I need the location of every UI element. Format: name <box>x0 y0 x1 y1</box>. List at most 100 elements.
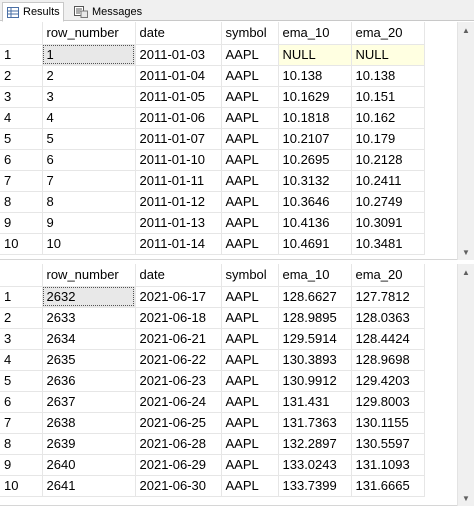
table-row[interactable]: 3 3 2011-01-05 AAPL 10.1629 10.151 <box>0 86 425 108</box>
cell-date[interactable]: 2011-01-04 <box>135 65 222 87</box>
row-number-header[interactable]: 3 <box>0 328 43 350</box>
cell-ema-20[interactable]: 128.4424 <box>351 328 425 350</box>
row-number-header[interactable]: 5 <box>0 128 43 150</box>
cell-date[interactable]: 2011-01-13 <box>135 212 222 234</box>
tab-messages[interactable]: Messages <box>70 2 144 21</box>
cell-ema-10[interactable]: 128.9895 <box>278 307 352 329</box>
scroll-up-arrow-icon[interactable]: ▲ <box>458 22 474 38</box>
row-number-header[interactable]: 2 <box>0 307 43 329</box>
cell-date[interactable]: 2011-01-10 <box>135 149 222 171</box>
cell-symbol[interactable]: AAPL <box>221 391 279 413</box>
cell-ema-10[interactable]: 130.3893 <box>278 349 352 371</box>
cell-row-number[interactable]: 4 <box>42 107 136 129</box>
cell-row-number[interactable]: 2633 <box>42 307 136 329</box>
cell-ema-20[interactable]: 10.2411 <box>351 170 425 192</box>
cell-symbol[interactable]: AAPL <box>221 44 279 66</box>
cell-ema-20[interactable]: 130.1155 <box>351 412 425 434</box>
cell-ema-20[interactable]: NULL <box>351 44 425 66</box>
cell-symbol[interactable]: AAPL <box>221 328 279 350</box>
table-row[interactable]: 5 2636 2021-06-23 AAPL 130.9912 129.4203 <box>0 370 425 392</box>
cell-date[interactable]: 2021-06-22 <box>135 349 222 371</box>
cell-symbol[interactable]: AAPL <box>221 86 279 108</box>
results-table-2[interactable]: row_number date symbol ema_10 ema_20 1 26… <box>0 264 425 497</box>
cell-ema-20[interactable]: 10.162 <box>351 107 425 129</box>
cell-ema-10[interactable]: 10.1629 <box>278 86 352 108</box>
scroll-down-arrow-icon[interactable]: ▼ <box>458 490 474 506</box>
row-number-header[interactable]: 6 <box>0 391 43 413</box>
cell-row-number[interactable]: 7 <box>42 170 136 192</box>
cell-row-number[interactable]: 2635 <box>42 349 136 371</box>
cell-ema-10[interactable]: 10.4691 <box>278 233 352 255</box>
row-number-header[interactable]: 1 <box>0 286 43 308</box>
cell-ema-20[interactable]: 10.151 <box>351 86 425 108</box>
cell-symbol[interactable]: AAPL <box>221 233 279 255</box>
table-row[interactable]: 4 2635 2021-06-22 AAPL 130.3893 128.9698 <box>0 349 425 371</box>
cell-date[interactable]: 2021-06-30 <box>135 475 222 497</box>
row-header-corner[interactable] <box>0 264 43 287</box>
row-number-header[interactable]: 3 <box>0 86 43 108</box>
row-number-header[interactable]: 7 <box>0 170 43 192</box>
row-header-corner[interactable] <box>0 22 43 45</box>
table-row[interactable]: 10 2641 2021-06-30 AAPL 133.7399 131.6665 <box>0 475 425 497</box>
results-table-1[interactable]: row_number date symbol ema_10 ema_20 112… <box>0 22 425 255</box>
cell-ema-10[interactable]: 129.5914 <box>278 328 352 350</box>
cell-date[interactable]: 2021-06-24 <box>135 391 222 413</box>
table-row[interactable]: 5 5 2011-01-07 AAPL 10.2107 10.179 <box>0 128 425 150</box>
cell-ema-20[interactable]: 129.8003 <box>351 391 425 413</box>
cell-ema-10[interactable]: 10.4136 <box>278 212 352 234</box>
cell-ema-20[interactable]: 131.6665 <box>351 475 425 497</box>
cell-ema-20[interactable]: 10.179 <box>351 128 425 150</box>
table-row[interactable]: 6 2637 2021-06-24 AAPL 131.431 129.8003 <box>0 391 425 413</box>
tab-results[interactable]: Results <box>2 2 64 22</box>
table-row[interactable]: 7 7 2011-01-11 AAPL 10.3132 10.2411 <box>0 170 425 192</box>
column-header-date[interactable]: date <box>135 22 222 45</box>
row-number-header[interactable]: 10 <box>0 475 43 497</box>
cell-date[interactable]: 2011-01-03 <box>135 44 222 66</box>
cell-symbol[interactable]: AAPL <box>221 475 279 497</box>
cell-ema-20[interactable]: 131.1093 <box>351 454 425 476</box>
cell-symbol[interactable]: AAPL <box>221 191 279 213</box>
table-row[interactable]: 4 4 2011-01-06 AAPL 10.1818 10.162 <box>0 107 425 129</box>
cell-row-number[interactable]: 2636 <box>42 370 136 392</box>
column-header-symbol[interactable]: symbol <box>221 22 279 45</box>
cell-row-number[interactable]: 2639 <box>42 433 136 455</box>
scroll-down-arrow-icon[interactable]: ▼ <box>458 244 474 260</box>
cell-ema-20[interactable]: 10.3091 <box>351 212 425 234</box>
table-row[interactable]: 1 1 2011-01-03 AAPL NULL NULL <box>0 44 425 66</box>
table-row[interactable]: 8 8 2011-01-12 AAPL 10.3646 10.2749 <box>0 191 425 213</box>
cell-ema-10[interactable]: 128.6627 <box>278 286 352 308</box>
cell-ema-10[interactable]: 131.7363 <box>278 412 352 434</box>
cell-ema-20[interactable]: 10.3481 <box>351 233 425 255</box>
cell-date[interactable]: 2011-01-14 <box>135 233 222 255</box>
cell-ema-10[interactable]: 132.2897 <box>278 433 352 455</box>
cell-ema-20[interactable]: 127.7812 <box>351 286 425 308</box>
row-number-header[interactable]: 6 <box>0 149 43 171</box>
cell-symbol[interactable]: AAPL <box>221 149 279 171</box>
cell-ema-20[interactable]: 128.9698 <box>351 349 425 371</box>
cell-date[interactable]: 2011-01-12 <box>135 191 222 213</box>
row-number-header[interactable]: 8 <box>0 433 43 455</box>
cell-row-number[interactable]: 2637 <box>42 391 136 413</box>
cell-row-number[interactable]: 3 <box>42 86 136 108</box>
cell-row-number[interactable]: 1 <box>42 44 136 66</box>
results-grid-1[interactable]: row_number date symbol ema_10 ema_20 112… <box>0 22 474 260</box>
cell-ema-20[interactable]: 10.2128 <box>351 149 425 171</box>
cell-ema-10[interactable]: 130.9912 <box>278 370 352 392</box>
column-header-date[interactable]: date <box>135 264 222 287</box>
cell-row-number[interactable]: 2634 <box>42 328 136 350</box>
cell-symbol[interactable]: AAPL <box>221 128 279 150</box>
cell-ema-10[interactable]: 133.0243 <box>278 454 352 476</box>
table-row[interactable]: 1 2632 2021-06-17 AAPL 128.6627 127.7812 <box>0 286 425 308</box>
cell-ema-20[interactable]: 10.138 <box>351 65 425 87</box>
cell-ema-10[interactable]: 133.7399 <box>278 475 352 497</box>
cell-symbol[interactable]: AAPL <box>221 65 279 87</box>
cell-symbol[interactable]: AAPL <box>221 107 279 129</box>
cell-date[interactable]: 2021-06-18 <box>135 307 222 329</box>
row-number-header[interactable]: 9 <box>0 454 43 476</box>
cell-row-number[interactable]: 2640 <box>42 454 136 476</box>
cell-ema-10[interactable]: 10.138 <box>278 65 352 87</box>
cell-row-number[interactable]: 2641 <box>42 475 136 497</box>
cell-row-number[interactable]: 9 <box>42 212 136 234</box>
row-number-header[interactable]: 2 <box>0 65 43 87</box>
column-header-ema-10[interactable]: ema_10 <box>278 264 352 287</box>
